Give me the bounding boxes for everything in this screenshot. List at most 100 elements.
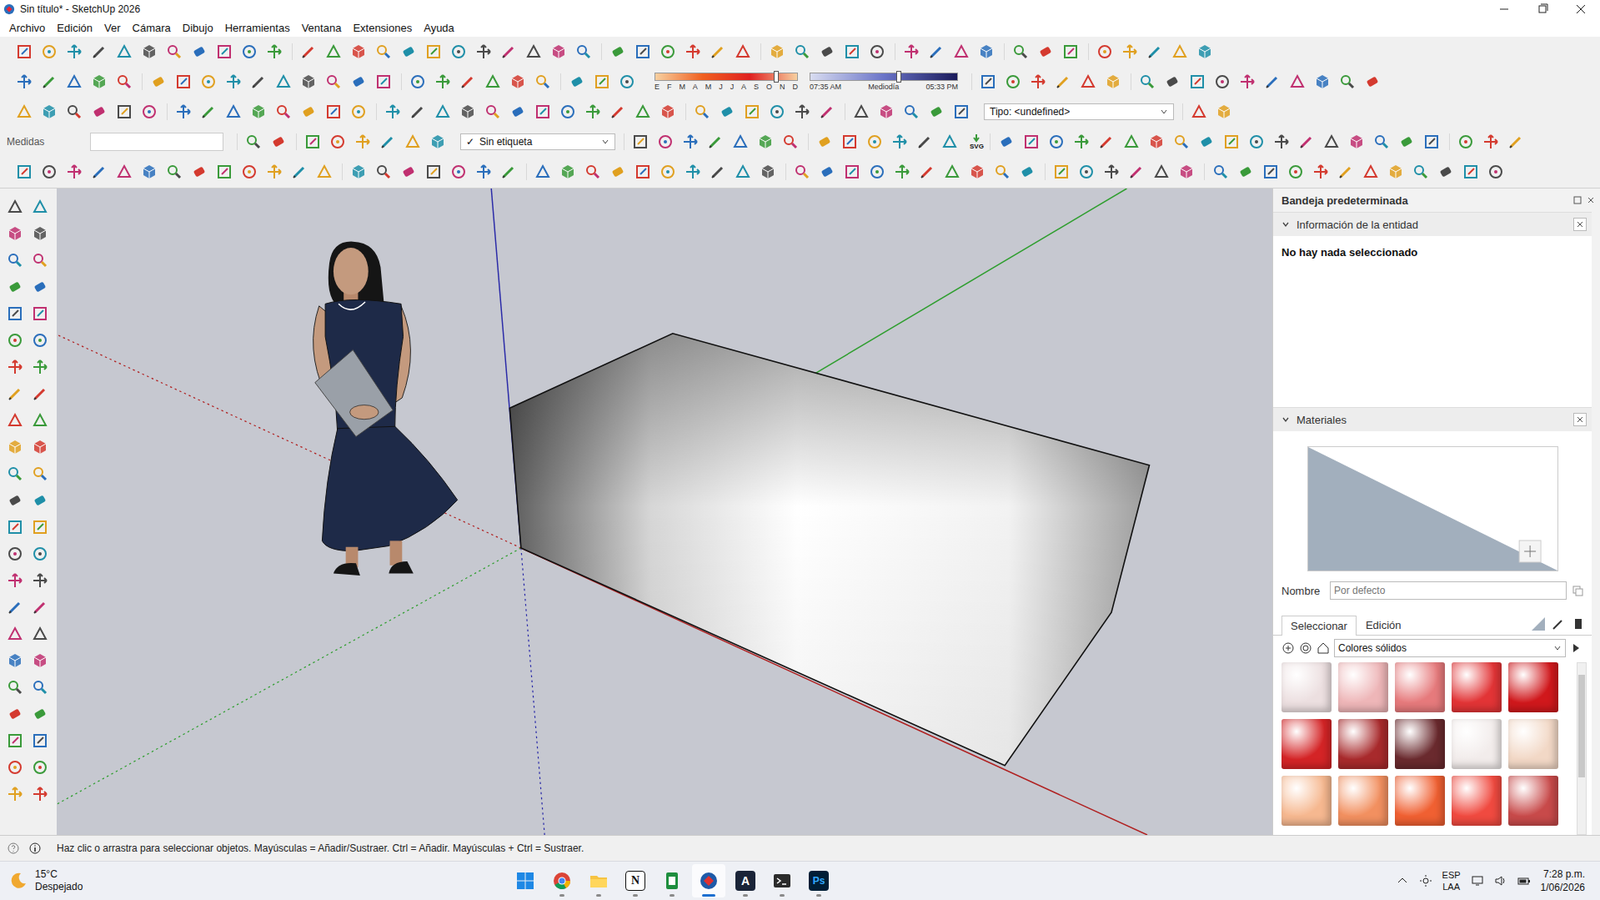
menu-item[interactable]: Herramientas: [219, 21, 296, 35]
add-icon[interactable]: [1281, 641, 1295, 655]
close-icon[interactable]: [1561, 0, 1600, 19]
material-swatch[interactable]: [1508, 662, 1559, 713]
tool-icon[interactable]: [709, 43, 727, 61]
home-icon[interactable]: [1316, 641, 1330, 655]
tool-icon[interactable]: [65, 103, 83, 121]
tool-icon[interactable]: [1104, 73, 1122, 91]
tool-icon[interactable]: [509, 103, 527, 121]
bucket-icon[interactable]: [1569, 615, 1587, 632]
tool-icon[interactable]: [115, 163, 133, 181]
tool-icon[interactable]: [1029, 73, 1047, 91]
tool-icon[interactable]: [1482, 133, 1500, 151]
tool-icon[interactable]: [65, 73, 83, 91]
chevron-icon[interactable]: [1281, 220, 1290, 229]
tool-icon[interactable]: [31, 491, 49, 509]
close-icon[interactable]: [1573, 217, 1587, 231]
tool-icon[interactable]: [115, 103, 133, 121]
tool-icon[interactable]: [1163, 73, 1181, 91]
tool-icon[interactable]: [265, 43, 283, 61]
tool-icon[interactable]: [902, 103, 920, 121]
tool-icon[interactable]: [818, 43, 836, 61]
material-swatch[interactable]: [1394, 718, 1445, 769]
tool-icon[interactable]: [659, 103, 677, 121]
tool-icon[interactable]: [434, 73, 452, 91]
tool-icon[interactable]: [475, 163, 492, 181]
tool-icon[interactable]: [941, 133, 958, 151]
tool-icon[interactable]: [709, 163, 727, 181]
slider-thumb[interactable]: [896, 70, 902, 83]
tool-icon[interactable]: [190, 43, 208, 61]
tool-icon[interactable]: [759, 163, 777, 181]
tool-icon[interactable]: [500, 43, 517, 61]
tool-icon[interactable]: [215, 43, 233, 61]
tool-icon[interactable]: [634, 43, 652, 61]
tool-icon[interactable]: [325, 73, 342, 91]
tool-icon[interactable]: [1198, 133, 1215, 151]
tool-icon[interactable]: [732, 133, 749, 151]
tool-icon[interactable]: [1437, 163, 1455, 181]
tool-icon[interactable]: [140, 43, 158, 61]
tool-icon[interactable]: [500, 163, 517, 181]
tool-icon[interactable]: [1128, 163, 1145, 181]
tool-icon[interactable]: [1004, 73, 1022, 91]
tool-icon[interactable]: [509, 73, 527, 91]
tool-icon[interactable]: [718, 103, 736, 121]
tool-icon[interactable]: [275, 103, 292, 121]
tool-icon[interactable]: [6, 225, 24, 242]
tool-icon[interactable]: [916, 133, 933, 151]
tool-icon[interactable]: [300, 103, 317, 121]
tool-icon[interactable]: [90, 43, 108, 61]
tag-dropdown[interactable]: ✓Sin etiqueta: [460, 133, 616, 151]
tool-icon[interactable]: [325, 103, 342, 121]
tool-icon[interactable]: [841, 133, 858, 151]
tool-icon[interactable]: [609, 163, 627, 181]
tool-icon[interactable]: [31, 225, 49, 242]
tool-icon[interactable]: [350, 103, 367, 121]
tool-icon[interactable]: [631, 133, 649, 151]
tool-icon[interactable]: [609, 103, 627, 121]
tool-icon[interactable]: [852, 103, 870, 121]
tool-icon[interactable]: [693, 103, 711, 121]
tool-icon[interactable]: [1173, 133, 1190, 151]
tool-icon[interactable]: [6, 732, 24, 749]
tool-icon[interactable]: [329, 133, 347, 151]
tool-icon[interactable]: [1339, 73, 1356, 91]
tool-icon[interactable]: [1462, 163, 1480, 181]
tool-icon[interactable]: [1223, 133, 1240, 151]
menu-item[interactable]: Dibujo: [176, 21, 220, 35]
tool-icon[interactable]: [534, 73, 552, 91]
tool-icon[interactable]: [1423, 133, 1440, 151]
tool-icon[interactable]: [1148, 133, 1165, 151]
material-name-input[interactable]: [1329, 581, 1567, 600]
tool-icon[interactable]: [1298, 133, 1315, 151]
tool-icon[interactable]: [793, 43, 811, 61]
material-swatch[interactable]: [1394, 662, 1445, 713]
tool-icon[interactable]: [6, 411, 24, 429]
tool-icon[interactable]: [240, 163, 258, 181]
tool-icon[interactable]: [165, 43, 183, 61]
tool-icon[interactable]: [818, 103, 836, 121]
volume-icon[interactable]: [1494, 873, 1508, 888]
tool-icon[interactable]: [1123, 133, 1140, 151]
tool-icon[interactable]: [31, 758, 49, 776]
tool-icon[interactable]: [270, 133, 287, 151]
tool-icon[interactable]: [768, 103, 786, 121]
tool-icon[interactable]: [40, 163, 58, 181]
tool-icon[interactable]: [140, 103, 158, 121]
tool-icon[interactable]: [6, 652, 24, 669]
tool-icon[interactable]: [6, 705, 24, 723]
tool-icon[interactable]: [793, 163, 811, 181]
tool-icon[interactable]: [379, 133, 397, 151]
tool-icon[interactable]: [350, 73, 367, 91]
tool-icon[interactable]: [375, 73, 392, 91]
tool-icon[interactable]: [1048, 133, 1065, 151]
tool-icon[interactable]: [115, 43, 133, 61]
tool-icon[interactable]: [1289, 73, 1306, 91]
tool-icon[interactable]: [245, 133, 262, 151]
tool-icon[interactable]: [350, 163, 367, 181]
tool-icon[interactable]: [634, 163, 652, 181]
tool-icon[interactable]: [1178, 163, 1195, 181]
tool-icon[interactable]: [682, 133, 699, 151]
tool-icon[interactable]: [868, 163, 886, 181]
material-swatch[interactable]: [1451, 662, 1502, 713]
